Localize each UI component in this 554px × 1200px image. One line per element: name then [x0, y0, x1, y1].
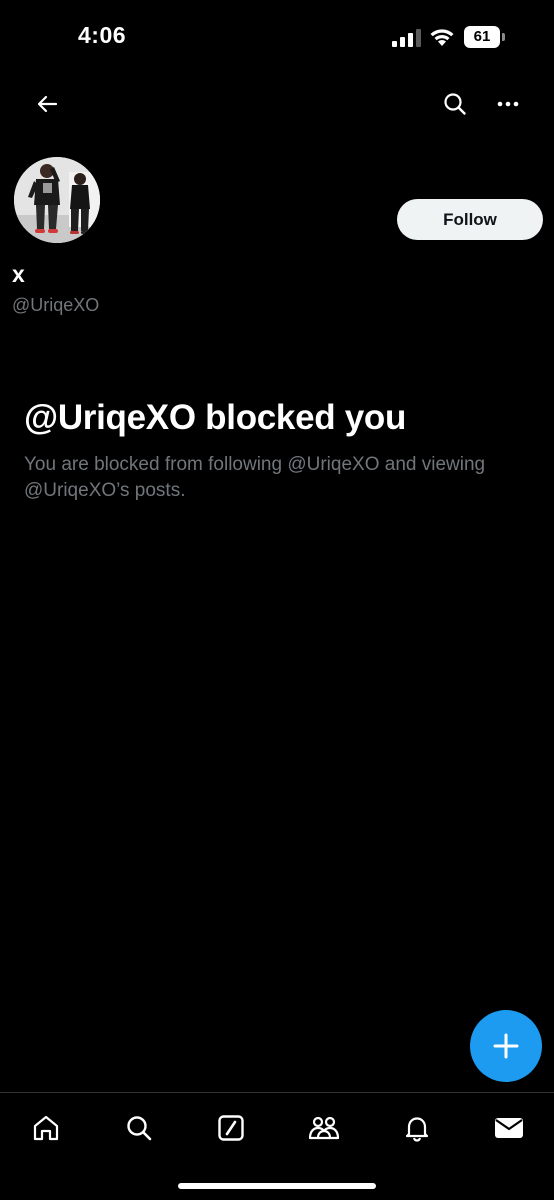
search-button[interactable] — [433, 82, 477, 126]
home-indicator — [178, 1183, 376, 1189]
messages-icon — [495, 1118, 523, 1138]
battery-cap — [502, 33, 505, 41]
blocked-title: @UriqeXO blocked you — [24, 398, 407, 437]
notifications-icon — [405, 1117, 429, 1142]
follow-button[interactable]: Follow — [397, 199, 543, 240]
search-icon — [444, 93, 466, 115]
communities-icon — [308, 1116, 340, 1140]
tab-notifications[interactable] — [394, 1105, 440, 1151]
home-icon — [33, 1115, 59, 1141]
profile-photo — [14, 157, 100, 243]
grok-icon — [218, 1115, 244, 1141]
top-nav — [0, 80, 554, 130]
arrow-left-icon — [37, 95, 58, 113]
wifi-icon — [430, 29, 454, 46]
tab-home[interactable] — [23, 1105, 69, 1151]
more-dots-icon — [497, 101, 519, 107]
battery-level: 61 — [464, 26, 500, 48]
tab-search[interactable] — [116, 1105, 162, 1151]
status-time: 4:06 — [78, 22, 127, 48]
profile-handle: @UriqeXO — [12, 295, 100, 315]
search-icon — [127, 1116, 152, 1141]
status-bar: 4:06 61 — [0, 0, 554, 74]
battery-indicator: 61 — [464, 26, 508, 48]
tab-messages[interactable] — [486, 1105, 532, 1151]
profile-display-name: x — [12, 261, 25, 287]
blocked-description: You are blocked from following @UriqeXO … — [24, 454, 486, 501]
compose-post-button[interactable] — [470, 1010, 542, 1082]
back-button[interactable] — [25, 82, 69, 126]
tab-communities[interactable] — [301, 1105, 347, 1151]
avatar[interactable] — [12, 155, 102, 245]
more-button[interactable] — [486, 82, 530, 126]
tab-grok[interactable] — [208, 1105, 254, 1151]
plus-icon — [493, 1033, 519, 1059]
cellular-signal-icon — [392, 29, 421, 47]
